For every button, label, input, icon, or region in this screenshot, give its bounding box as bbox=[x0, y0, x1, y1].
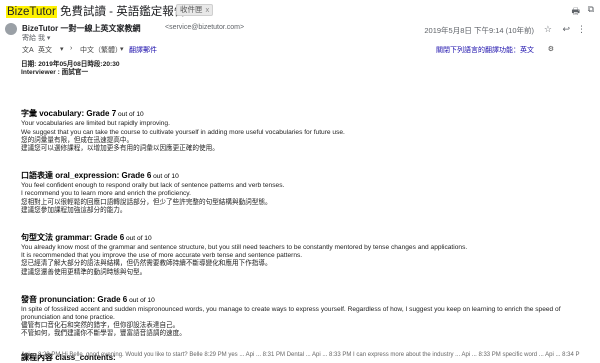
section-line: In spite of fossilized accent and sudden… bbox=[21, 305, 561, 322]
section-line: 您相對上可以很輕鬆的回應口語轉說話部分，但少了些許完整的句型結構與動詞型態。 bbox=[21, 198, 272, 206]
section-vocabulary: 字彙 vocabulary: Grade 7 out of 10 Your vo… bbox=[21, 109, 596, 153]
inbox-label-chip[interactable]: 收件匣 x bbox=[176, 4, 214, 16]
section-line: 不管如何，我們建議你不斷學習，豐富語音語調的速度。 bbox=[21, 330, 186, 338]
inbox-label: 收件匣 bbox=[180, 5, 203, 14]
section-heading: 字彙 vocabulary: Grade 7 out of 10 bbox=[21, 109, 144, 119]
recipient-line[interactable]: 寄給 我 ▾ bbox=[22, 33, 50, 43]
section-grammar: 句型文法 grammar: Grade 6 out of 10 You alre… bbox=[21, 233, 596, 277]
translate-message-link[interactable]: 翻譯郵件 bbox=[129, 45, 157, 55]
translate-from-language[interactable]: 英文 bbox=[38, 45, 52, 55]
more-options-icon[interactable]: ⋮ bbox=[577, 24, 586, 35]
settings-icon[interactable]: ⚙ bbox=[548, 45, 554, 53]
subject-brand: BizeTutor bbox=[6, 6, 57, 18]
section-line: 建議您參加課程加強這部分的能力。 bbox=[21, 206, 127, 214]
section-line: 建議您可以選修課程，以增加更多有用的詞彙以因應更正確的使用。 bbox=[21, 145, 219, 153]
translate-to-language[interactable]: 中文（繁體） bbox=[80, 45, 122, 55]
translate-bar: 文A 英文 ▾ › 中文（繁體） ▾ 翻譯郵件 關閉下列語言的翻譯功能：英文 ⚙ bbox=[0, 45, 600, 56]
section-line: 建議您還善使用更精準的動詞時態與句型。 bbox=[21, 268, 147, 276]
remove-label-icon[interactable]: x bbox=[206, 5, 210, 14]
section-line: We suggest that you can take the course … bbox=[21, 128, 345, 136]
section-line: You feel confident enough to respond ora… bbox=[21, 182, 285, 190]
section-line: 您已經清了解大部分的語法與結構，但仍然需要教師持續不斷導變化和應用下作指導。 bbox=[21, 260, 272, 268]
translate-icon: 文A bbox=[22, 47, 34, 54]
sender-email: <service@bizetutor.com> bbox=[165, 24, 245, 31]
translate-arrow-icon: › bbox=[70, 45, 73, 52]
section-line: I recommend you to learn more and enrich… bbox=[21, 190, 191, 198]
email-subject: BizeTutor 免費試讀 - 英語鑑定報告 bbox=[6, 3, 185, 19]
section-heading: 發音 pronunciation: Grade 6 out of 10 bbox=[21, 294, 155, 304]
translate-from-dropdown-icon[interactable]: ▾ bbox=[60, 45, 64, 53]
section-oral-expression: 口語表達 oral_expression: Grade 6 out of 10 … bbox=[21, 171, 596, 215]
section-line: Your vocabularies are limited but rapidl… bbox=[21, 120, 170, 128]
section-line: You already know most of the grammar and… bbox=[21, 244, 468, 252]
email-body: 日期: 2019年05月08日時段:20:30 Interviewer : 面試… bbox=[21, 61, 596, 363]
chat-preview: Api ... 8:29 PM Hi Belle, good evening. … bbox=[21, 352, 580, 358]
section-pronunciation: 發音 pronunciation: Grade 6 out of 10 In s… bbox=[21, 295, 596, 339]
sender-avatar bbox=[5, 23, 17, 35]
open-in-new-icon[interactable]: ⧉ bbox=[588, 4, 594, 15]
email-date: 2019年5月8日 下午9:14 (10年前) bbox=[424, 26, 534, 35]
translate-to-dropdown-icon[interactable]: ▾ bbox=[120, 45, 124, 53]
section-heading: 口語表達 oral_expression: Grade 6 out of 10 bbox=[21, 171, 179, 181]
star-icon[interactable]: ☆ bbox=[544, 24, 552, 35]
turn-off-translation-link[interactable]: 關閉下列語言的翻譯功能：英文 bbox=[436, 45, 534, 55]
printer-icon[interactable]: 🖶 bbox=[572, 4, 581, 20]
reply-icon[interactable]: ↩ bbox=[562, 24, 570, 35]
interviewer: Interviewer : 面試官一 bbox=[21, 69, 89, 77]
section-line: 您的詞彙量有限，但成在迅速提高中。 bbox=[21, 136, 134, 144]
section-heading: 句型文法 grammar: Grade 6 out of 10 bbox=[21, 233, 152, 243]
interview-date: 日期: 2019年05月08日時段:20:30 bbox=[21, 61, 120, 68]
subject-text: 免費試讀 - 英語鑑定報告 bbox=[56, 6, 186, 18]
